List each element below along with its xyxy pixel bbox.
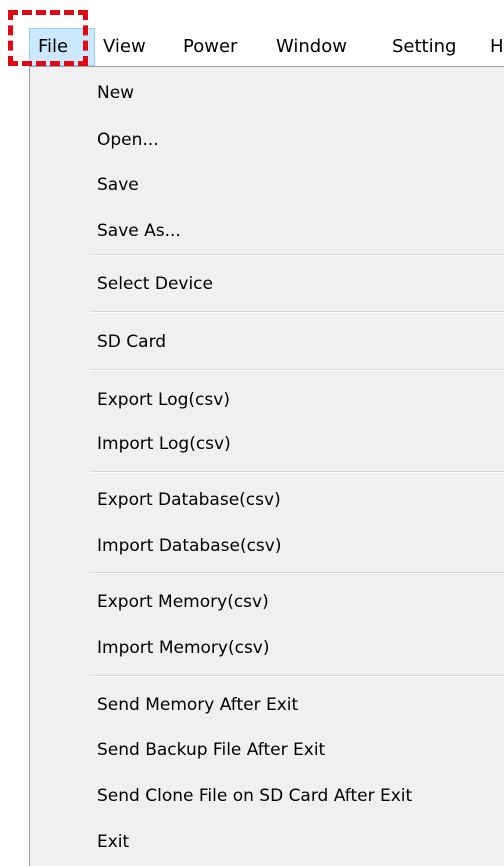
menu-item-export-memory[interactable]: Export Memory(csv)	[97, 591, 269, 613]
menu-power[interactable]: Power	[183, 28, 237, 66]
menu-item-open[interactable]: Open...	[97, 129, 159, 151]
menu-separator	[90, 311, 504, 313]
menu-item-save[interactable]: Save	[97, 174, 139, 196]
menu-item-send-memory-after-exit[interactable]: Send Memory After Exit	[97, 694, 298, 716]
menu-item-import-database[interactable]: Import Database(csv)	[97, 535, 281, 557]
menu-separator	[90, 572, 504, 574]
menu-item-save-as[interactable]: Save As...	[97, 220, 181, 242]
menu-separator	[90, 369, 504, 371]
menu-item-import-memory[interactable]: Import Memory(csv)	[97, 637, 270, 659]
menu-item-export-database[interactable]: Export Database(csv)	[97, 489, 281, 511]
menu-item-import-log[interactable]: Import Log(csv)	[97, 433, 231, 455]
menu-separator	[90, 471, 504, 473]
menu-separator	[90, 675, 504, 677]
menu-item-new[interactable]: New	[97, 82, 134, 104]
menu-separator	[90, 254, 504, 256]
menu-item-sd-card[interactable]: SD Card	[97, 331, 166, 353]
menu-setting[interactable]: Setting	[392, 28, 456, 66]
menu-help[interactable]: H	[490, 28, 504, 66]
menu-item-send-clone-after-exit[interactable]: Send Clone File on SD Card After Exit	[97, 785, 412, 807]
menu-item-select-device[interactable]: Select Device	[97, 273, 213, 295]
menu-item-send-backup-after-exit[interactable]: Send Backup File After Exit	[97, 739, 325, 761]
menu-window[interactable]: Window	[276, 28, 347, 66]
menu-item-export-log[interactable]: Export Log(csv)	[97, 389, 230, 411]
menu-item-exit[interactable]: Exit	[97, 831, 129, 853]
menu-file[interactable]: File	[29, 28, 95, 66]
file-dropdown-menu: New Open... Save Save As... Select Devic…	[29, 66, 504, 866]
menu-bar: File View Power Window Setting H	[0, 28, 504, 66]
menu-view[interactable]: View	[103, 28, 146, 66]
